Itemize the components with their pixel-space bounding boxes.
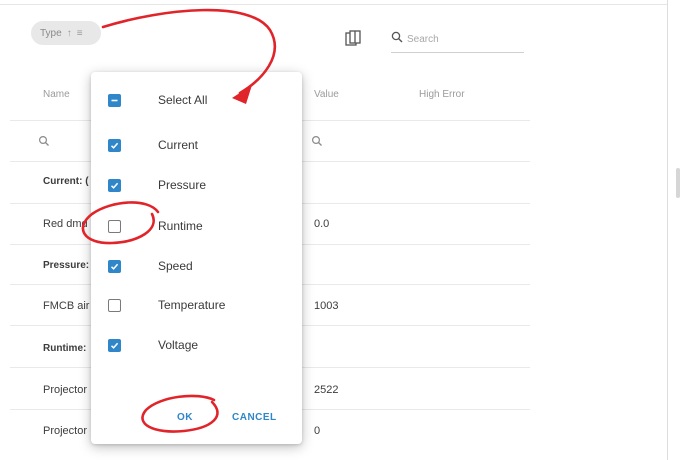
indeterminate-checkbox-icon[interactable] (108, 93, 121, 107)
search-icon (391, 31, 403, 43)
value-filter-search-icon[interactable] (311, 135, 323, 147)
option-speed[interactable]: Speed (108, 256, 193, 276)
table-row-value: 0.0 (314, 218, 330, 230)
column-header-value[interactable]: Value (314, 70, 339, 120)
option-runtime[interactable]: Runtime (108, 216, 203, 236)
option-voltage[interactable]: Voltage (108, 335, 198, 355)
unchecked-checkbox-icon[interactable] (108, 219, 121, 233)
table-row-name: Runtime: (43, 343, 87, 354)
panel-divider (667, 0, 668, 460)
select-all-label: Select All (158, 93, 208, 107)
type-filter-popup: Select All Current Pressure Runtime Spee… (91, 72, 302, 444)
type-filter-chip[interactable]: Type ↑ ≡ (31, 21, 101, 45)
table-row-name: Projector (43, 384, 88, 396)
table-row-value: 2522 (314, 384, 339, 396)
table-row-name: Projector (43, 425, 88, 437)
option-label: Pressure (158, 178, 207, 192)
top-divider (0, 4, 667, 5)
column-header-name[interactable]: Name (43, 70, 70, 120)
search-box[interactable] (391, 28, 524, 53)
arrow-up-icon[interactable]: ↑ (67, 28, 72, 39)
select-all-option[interactable]: Select All (108, 90, 207, 110)
option-label: Current (158, 138, 199, 152)
table-row-value: 0 (314, 425, 321, 437)
cancel-button[interactable]: CANCEL (232, 412, 277, 423)
option-label: Runtime (158, 219, 203, 233)
table-row-name: Pressure: (43, 260, 90, 271)
checked-checkbox-icon[interactable] (108, 259, 121, 273)
unchecked-checkbox-icon[interactable] (108, 298, 121, 312)
type-chip-label: Type (40, 27, 62, 39)
checked-checkbox-icon[interactable] (108, 178, 121, 192)
column-header-high-error[interactable]: High Error (419, 70, 465, 120)
name-filter-search-icon[interactable] (38, 135, 50, 147)
table-row-name: Current: ( (43, 176, 89, 187)
ok-button[interactable]: OK (177, 412, 193, 423)
option-label: Temperature (158, 298, 226, 312)
search-input[interactable] (405, 28, 524, 50)
filter-lines-icon[interactable]: ≡ (77, 28, 83, 39)
checked-checkbox-icon[interactable] (108, 138, 121, 152)
option-temperature[interactable]: Temperature (108, 295, 225, 315)
checked-checkbox-icon[interactable] (108, 338, 121, 352)
scrollbar[interactable] (676, 168, 680, 198)
option-current[interactable]: Current (108, 135, 198, 155)
option-label: Speed (158, 259, 193, 273)
columns-icon[interactable] (345, 30, 361, 46)
table-row-name: FMCB air (43, 300, 90, 312)
option-label: Voltage (158, 338, 199, 352)
option-pressure[interactable]: Pressure (108, 175, 206, 195)
table-row-value: 1003 (314, 300, 339, 312)
table-row-name: Red dmd (43, 218, 88, 230)
